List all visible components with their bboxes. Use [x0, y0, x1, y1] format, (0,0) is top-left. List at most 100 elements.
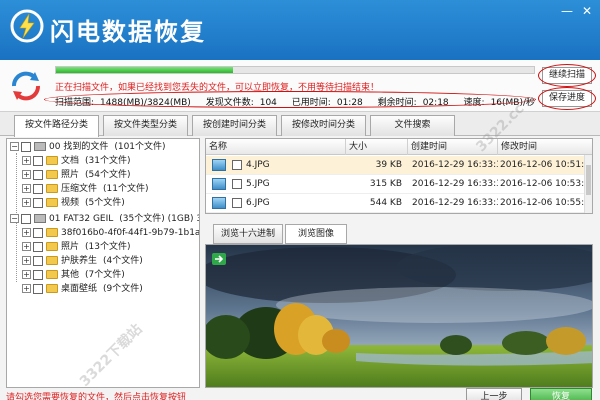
- checkbox[interactable]: [33, 269, 43, 280]
- file-modified: 2016-12-06 10:51:54: [500, 160, 586, 170]
- close-button[interactable]: ✕: [578, 4, 596, 18]
- scan-progress-fill: [56, 67, 233, 73]
- folder-tree: −00 找到的文件 (101个文件) + 文档 (31个文件) + 照片 (54个文件) …: [6, 138, 200, 388]
- table-row[interactable]: 4.JPG 39 KB 2016-12-29 16:33:30 2016-12-…: [206, 156, 586, 175]
- tab-by-modified[interactable]: 按修改时间分类: [281, 115, 366, 136]
- col-size-header[interactable]: 大小: [346, 139, 408, 155]
- folder-icon: [46, 228, 58, 237]
- expand-icon[interactable]: +: [22, 156, 31, 165]
- lightning-logo-icon: [10, 9, 44, 43]
- drive-icon: [34, 142, 46, 151]
- image-preview: [205, 244, 593, 388]
- file-created: 2016-12-29 16:33:30: [412, 179, 498, 189]
- node-label: 桌面壁纸: [61, 284, 98, 294]
- node-code: 00: [49, 142, 61, 152]
- table-header: 名称 大小 创建时间 修改时间: [206, 139, 592, 155]
- recover-button[interactable]: 恢复: [530, 388, 592, 400]
- expand-icon[interactable]: +: [22, 170, 31, 179]
- node-count: (5个文件): [85, 198, 125, 208]
- expand-icon[interactable]: +: [22, 184, 31, 193]
- file-list-table: 名称 大小 创建时间 修改时间 4.JPG 39 KB 2016-12-29 1…: [205, 138, 593, 214]
- tab-image-view[interactable]: 浏览图像: [285, 224, 347, 244]
- table-scrollbar[interactable]: [584, 155, 592, 213]
- table-row[interactable]: 5.JPG 315 KB 2016-12-29 16:33:30 2016-12…: [206, 175, 586, 194]
- node-count: (4个文件): [103, 256, 143, 266]
- tree-node-found[interactable]: − 00 找到的文件 (101个文件): [10, 141, 166, 154]
- tree-node-skincare[interactable]: + 护肤养生 (4个文件): [22, 255, 143, 268]
- file-name: 4.JPG: [246, 160, 270, 170]
- back-button[interactable]: 上一步: [466, 388, 522, 400]
- minimize-button[interactable]: —: [558, 4, 576, 18]
- file-size: 544 KB: [369, 198, 402, 208]
- tree-node-photos-2[interactable]: + 照片 (13个文件): [22, 241, 131, 254]
- scan-status-panel: 正在扫描文件，如果已经找到您丢失的文件，可以立即恢复，不用等待扫描结束！ 扫描范…: [0, 60, 600, 112]
- tree-node-archives[interactable]: + 压缩文件 (11个文件): [22, 183, 149, 196]
- folder-icon: [46, 170, 58, 179]
- checkbox[interactable]: [230, 194, 242, 213]
- tree-node-videos[interactable]: + 视频 (5个文件): [22, 197, 125, 210]
- file-modified: 2016-12-06 10:55:06: [500, 198, 586, 208]
- tree-connector: [16, 218, 17, 282]
- col-created-header[interactable]: 创建时间: [408, 139, 498, 155]
- checkbox[interactable]: [33, 169, 43, 180]
- expand-icon[interactable]: +: [22, 198, 31, 207]
- scan-refresh-icon: [11, 71, 41, 101]
- checkbox[interactable]: [230, 175, 242, 194]
- app-title: 闪电数据恢复: [50, 18, 206, 46]
- node-count: (11个文件): [103, 184, 149, 194]
- checkbox[interactable]: [21, 141, 31, 152]
- expand-icon[interactable]: +: [22, 228, 31, 237]
- checkbox[interactable]: [33, 241, 43, 252]
- scan-progress-bar: [55, 66, 535, 74]
- node-count: (7个文件): [85, 270, 125, 280]
- col-modified-header[interactable]: 修改时间: [498, 139, 592, 155]
- folder-icon: [46, 198, 58, 207]
- tree-node-guid-folder[interactable]: +38f016b0-4f0f-44f1-9b79-1b1a24678: [22, 227, 199, 240]
- save-highlight-oval: [538, 87, 596, 110]
- file-name: 6.JPG: [246, 198, 270, 208]
- node-label: 找到的文件: [63, 142, 109, 152]
- tree-node-other[interactable]: + 其他 (7个文件): [22, 269, 125, 282]
- col-name-header[interactable]: 名称: [206, 139, 346, 155]
- checkbox[interactable]: [33, 255, 43, 266]
- folder-icon: [46, 156, 58, 165]
- tree-node-documents[interactable]: + 文档 (31个文件): [22, 155, 131, 168]
- expand-icon[interactable]: +: [22, 284, 31, 293]
- tab-hex-view[interactable]: 浏览十六进制: [213, 224, 283, 244]
- folder-icon: [46, 284, 58, 293]
- node-count: (31个文件): [85, 156, 131, 166]
- tree-node-photos[interactable]: + 照片 (54个文件): [22, 169, 131, 182]
- expand-icon[interactable]: +: [22, 256, 31, 265]
- tree-node-wallpapers[interactable]: + 桌面壁纸 (9个文件): [22, 283, 143, 296]
- file-size: 39 KB: [375, 160, 402, 170]
- checkbox[interactable]: [33, 183, 43, 194]
- checkbox[interactable]: [33, 155, 43, 166]
- checkbox[interactable]: [33, 283, 43, 294]
- tree-node-partition[interactable]: − 01 FAT32 GEIL (35个文件) (1GB) 3(: [10, 213, 199, 226]
- checkbox[interactable]: [21, 213, 31, 224]
- folder-icon: [46, 256, 58, 265]
- node-count: (13个文件): [85, 242, 131, 252]
- expand-icon[interactable]: +: [22, 242, 31, 251]
- scrollbar-thumb[interactable]: [586, 165, 591, 195]
- collapse-icon[interactable]: −: [10, 142, 19, 151]
- tab-by-created[interactable]: 按创建时间分类: [192, 115, 277, 136]
- collapse-icon[interactable]: −: [10, 214, 19, 223]
- folder-icon: [46, 242, 58, 251]
- checkbox[interactable]: [33, 227, 43, 238]
- node-count: (9个文件): [103, 284, 143, 294]
- table-row[interactable]: 6.JPG 544 KB 2016-12-29 16:33:30 2016-12…: [206, 194, 586, 213]
- tab-file-search[interactable]: 文件搜索: [370, 115, 455, 136]
- stats-highlight-oval: [44, 91, 536, 108]
- checkbox[interactable]: [230, 156, 242, 175]
- continue-highlight-oval: [538, 64, 596, 87]
- tab-by-type[interactable]: 按文件类型分类: [103, 115, 188, 136]
- node-label: FAT32 GEIL: [63, 214, 114, 224]
- node-count: (54个文件): [85, 170, 131, 180]
- next-arrow-icon[interactable]: [212, 253, 226, 265]
- expand-icon[interactable]: +: [22, 270, 31, 279]
- node-label: 其他: [61, 270, 80, 280]
- checkbox[interactable]: [33, 197, 43, 208]
- tab-by-path[interactable]: 按文件路径分类: [14, 115, 99, 137]
- landscape-photo: [206, 245, 592, 387]
